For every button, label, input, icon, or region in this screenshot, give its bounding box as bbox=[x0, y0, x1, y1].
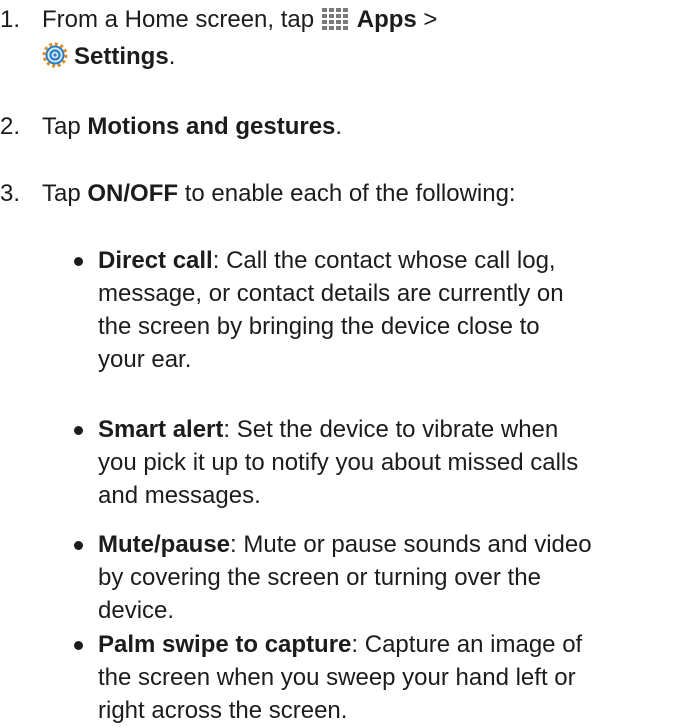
settings-gear-icon bbox=[42, 42, 68, 77]
step-end-punct: . bbox=[335, 113, 343, 140]
bullet-line: and messages. bbox=[98, 482, 261, 509]
step-text: Tap Motions and gestures. bbox=[42, 110, 662, 143]
step-bold-term: ON/OFF bbox=[87, 180, 179, 207]
bullet-term: Direct call bbox=[98, 247, 213, 274]
bullet-dot bbox=[74, 257, 83, 266]
step-intro-text: Tap bbox=[42, 113, 88, 140]
bullet-dot bbox=[74, 541, 83, 550]
bullet-text: Smart alert: Set the device to vibrate w… bbox=[98, 413, 668, 512]
bullet-line: the screen by bringing the device close … bbox=[98, 313, 540, 340]
bullet-line: device. bbox=[98, 597, 175, 624]
bullet-line: message, or contact details are currentl… bbox=[98, 280, 564, 307]
step-rest-text: to enable each of the following: bbox=[178, 180, 516, 207]
step-text: From a Home screen, tap Apps > Settings. bbox=[42, 3, 662, 77]
bullet-line: : Call the contact whose call log, bbox=[212, 247, 556, 274]
step-end-punct: . bbox=[168, 43, 176, 70]
instructions-page: 1. From a Home screen, tap Apps > Settin… bbox=[0, 0, 676, 728]
separator-text: > bbox=[416, 6, 438, 33]
bullet-text: Direct call: Call the contact whose call… bbox=[98, 244, 668, 376]
bullet-line: you pick it up to notify you about misse… bbox=[98, 449, 579, 476]
step-number: 1. bbox=[0, 6, 21, 33]
bullet-line: right across the screen. bbox=[98, 697, 348, 724]
bullet-line: : Capture an image of bbox=[351, 631, 583, 658]
step-text: Tap ON/OFF to enable each of the followi… bbox=[42, 177, 662, 210]
settings-label: Settings bbox=[74, 43, 169, 70]
apps-label: Apps bbox=[356, 6, 417, 33]
bullet-line: by covering the screen or turning over t… bbox=[98, 564, 541, 591]
bullet-term: Mute/pause bbox=[98, 531, 231, 558]
bullet-dot bbox=[74, 426, 83, 435]
bullet-term: Smart alert bbox=[98, 416, 224, 443]
bullet-text: Mute/pause: Mute or pause sounds and vid… bbox=[98, 528, 668, 627]
bullet-dot bbox=[74, 641, 83, 650]
bullet-line: : Set the device to vibrate when bbox=[223, 416, 559, 443]
bullet-line: the screen when you sweep your hand left… bbox=[98, 664, 576, 691]
bullet-term: Palm swipe to capture bbox=[98, 631, 352, 658]
step-number: 3. bbox=[0, 180, 21, 207]
bullet-line: : Mute or pause sounds and video bbox=[230, 531, 592, 558]
apps-grid-icon bbox=[321, 7, 351, 40]
step-intro-text: Tap bbox=[42, 180, 88, 207]
step-bold-term: Motions and gestures bbox=[87, 113, 336, 140]
step-intro-text: From a Home screen, tap bbox=[42, 6, 321, 33]
step-number: 2. bbox=[0, 113, 21, 140]
bullet-text: Palm swipe to capture: Capture an image … bbox=[98, 628, 668, 727]
bullet-line: your ear. bbox=[98, 346, 192, 373]
